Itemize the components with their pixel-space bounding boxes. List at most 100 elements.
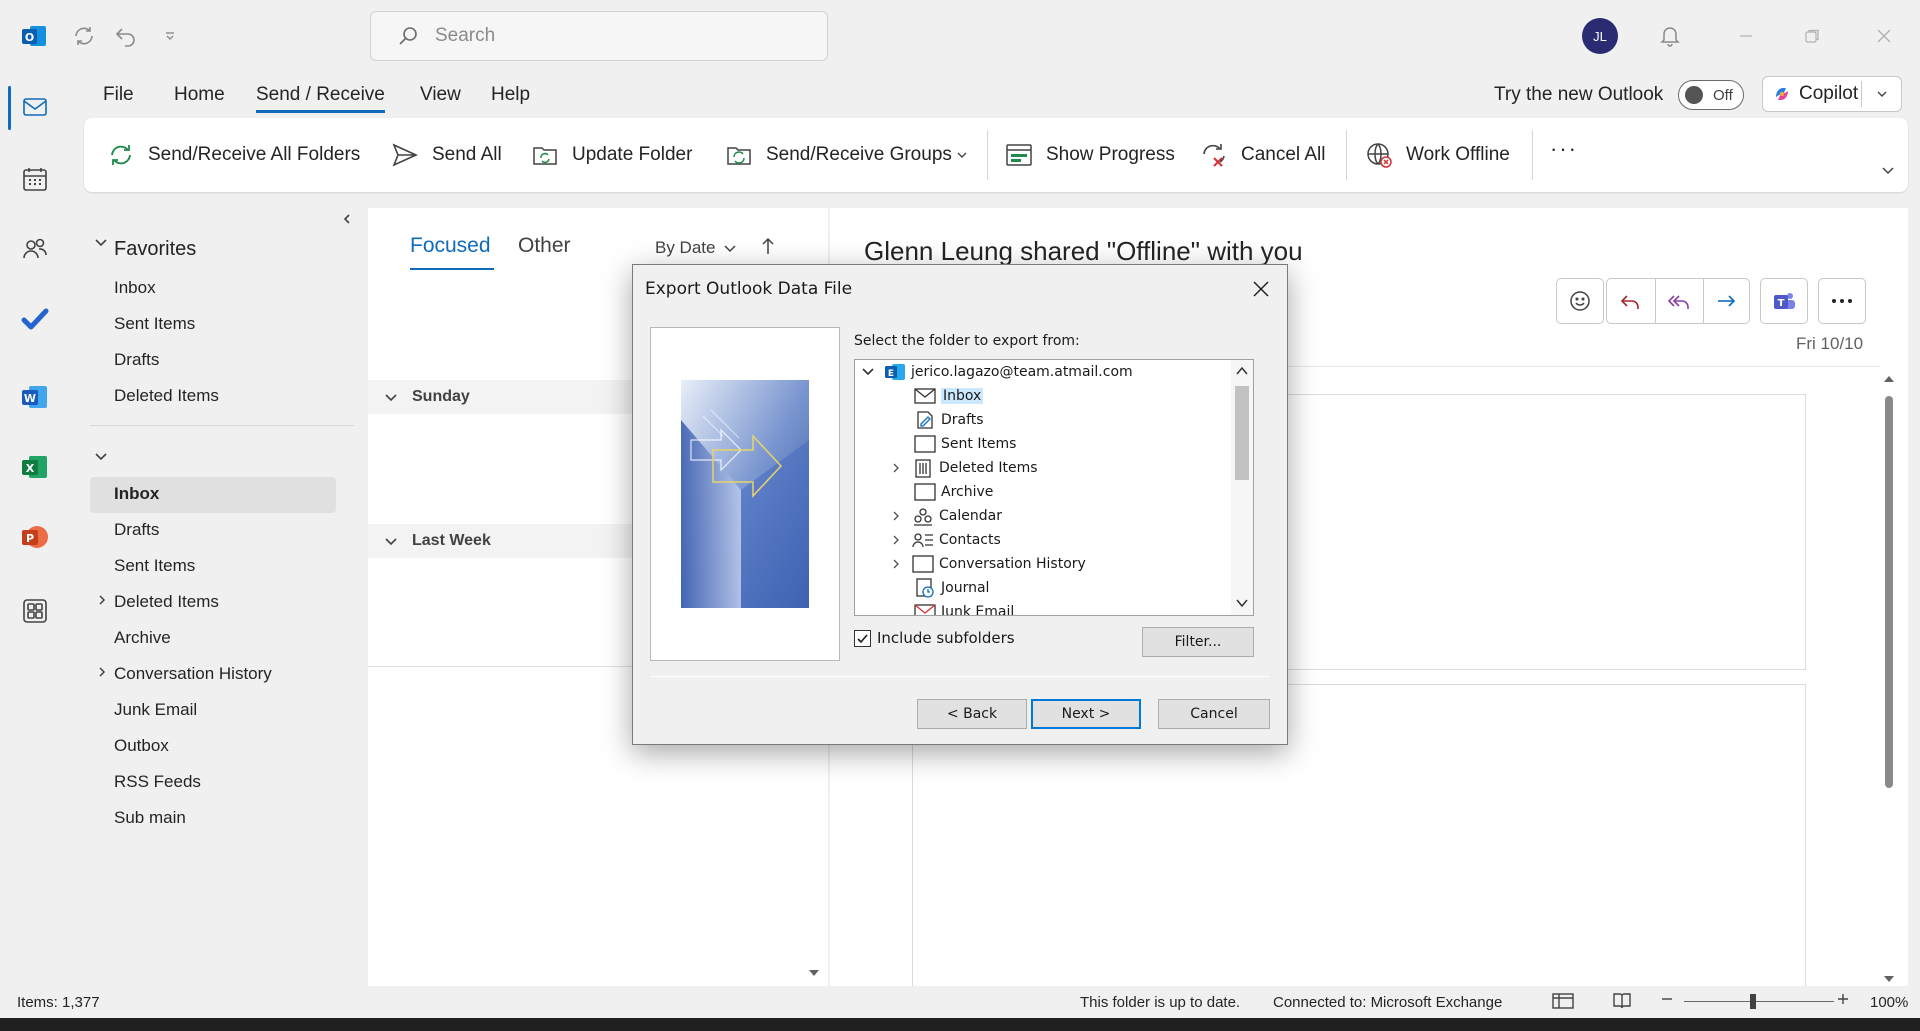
tree-item-inbox[interactable]: Inbox xyxy=(913,384,984,408)
folder-inbox[interactable]: Inbox xyxy=(114,484,159,504)
cancel-button[interactable]: Cancel xyxy=(1158,699,1270,729)
tree-account-row[interactable]: E jerico.lagazo@team.atmail.com xyxy=(861,360,1133,384)
include-subfolders-checkbox[interactable] xyxy=(854,629,871,647)
favorites-header[interactable]: Favorites xyxy=(114,238,196,261)
folder-conversation-history[interactable]: Conversation History xyxy=(114,664,272,684)
copilot-chevron-icon[interactable] xyxy=(1875,87,1889,101)
next-button[interactable]: Next > xyxy=(1031,699,1141,729)
teams-button[interactable]: T xyxy=(1760,278,1808,324)
zoom-slider[interactable] xyxy=(1684,994,1834,1009)
tree-item-junk-email[interactable]: Junk Email xyxy=(913,600,1014,615)
back-button[interactable]: < Back xyxy=(917,699,1027,729)
ribbon-more-button[interactable]: ··· xyxy=(1550,132,1578,166)
folder-sub-main[interactable]: Sub main xyxy=(114,808,186,828)
conversation-history-expand-icon[interactable] xyxy=(96,666,108,678)
cancel-all-button[interactable]: Cancel All xyxy=(1199,138,1326,172)
reading-scrollbar[interactable] xyxy=(1882,374,1896,986)
folder-junk-email[interactable]: Junk Email xyxy=(114,700,197,720)
tree-scrollbar[interactable] xyxy=(1231,360,1253,615)
favorites-chevron-icon[interactable] xyxy=(94,236,108,250)
exchange-icon: E xyxy=(883,361,907,383)
sort-direction-icon[interactable] xyxy=(760,236,776,256)
tab-home[interactable]: Home xyxy=(174,84,225,106)
new-outlook-toggle[interactable]: Off xyxy=(1678,80,1744,110)
zoom-in-icon[interactable] xyxy=(1836,992,1850,1006)
send-receive-all-button[interactable]: Send/Receive All Folders xyxy=(106,138,360,172)
favorite-drafts[interactable]: Drafts xyxy=(114,350,159,370)
tree-item-conversation-history[interactable]: Conversation History xyxy=(889,552,1086,576)
conversation-expand-icon[interactable] xyxy=(889,557,903,571)
filter-button[interactable]: Filter... xyxy=(1142,627,1254,657)
forward-icon[interactable] xyxy=(1715,291,1737,313)
tab-other[interactable]: Other xyxy=(518,234,571,258)
update-folder-button[interactable]: Update Folder xyxy=(530,138,692,172)
folder-drafts[interactable]: Drafts xyxy=(114,520,159,540)
calendar-icon[interactable] xyxy=(10,154,60,204)
zoom-out-icon[interactable] xyxy=(1660,992,1674,1006)
reply-icon[interactable] xyxy=(1619,291,1641,313)
tab-view[interactable]: View xyxy=(420,84,461,106)
close-window-icon[interactable] xyxy=(1866,18,1902,54)
account-collapse-icon[interactable] xyxy=(861,365,875,379)
minimize-icon[interactable] xyxy=(1728,18,1764,54)
folder-deleted-items[interactable]: Deleted Items xyxy=(114,592,219,612)
avatar[interactable]: JL xyxy=(1582,18,1618,54)
react-button[interactable] xyxy=(1556,278,1604,324)
deleted-expand-icon[interactable] xyxy=(889,461,903,475)
excel-icon[interactable]: X xyxy=(10,442,60,492)
tab-file[interactable]: File xyxy=(103,84,134,106)
quick-access-dropdown-icon[interactable] xyxy=(152,18,188,54)
work-offline-button[interactable]: Work Offline xyxy=(1364,138,1510,172)
more-actions-button[interactable] xyxy=(1818,278,1866,324)
powerpoint-icon[interactable]: P xyxy=(10,512,60,562)
tab-focused[interactable]: Focused xyxy=(410,234,491,258)
tree-item-archive[interactable]: Archive xyxy=(913,480,993,504)
folder-outbox[interactable]: Outbox xyxy=(114,736,169,756)
show-progress-button[interactable]: Show Progress xyxy=(1004,138,1175,172)
ribbon-collapse-icon[interactable] xyxy=(1880,162,1896,178)
tree-item-journal[interactable]: Journal xyxy=(913,576,989,600)
send-all-button[interactable]: Send All xyxy=(390,138,502,172)
more-apps-icon[interactable] xyxy=(10,586,60,636)
tree-scroll-thumb[interactable] xyxy=(1235,386,1249,480)
favorite-inbox[interactable]: Inbox xyxy=(114,278,156,298)
folder-rss-feeds[interactable]: RSS Feeds xyxy=(114,772,201,792)
word-icon[interactable]: W xyxy=(10,372,60,422)
folder-sent-items[interactable]: Sent Items xyxy=(114,556,195,576)
calendar-expand-icon[interactable] xyxy=(889,509,903,523)
account-chevron-icon[interactable] xyxy=(94,450,108,464)
todo-icon[interactable] xyxy=(10,294,60,344)
deleted-items-expand-icon[interactable] xyxy=(96,594,108,606)
favorite-deleted-items[interactable]: Deleted Items xyxy=(114,386,219,406)
send-receive-groups-button[interactable]: Send/Receive Groups xyxy=(724,138,968,172)
zoom-slider-thumb[interactable] xyxy=(1750,994,1756,1009)
reading-scroll-thumb[interactable] xyxy=(1885,396,1893,788)
undo-icon[interactable] xyxy=(108,18,144,54)
reply-all-icon[interactable] xyxy=(1667,291,1691,313)
include-subfolders-row[interactable]: Include subfolders xyxy=(854,629,1015,647)
list-scroll-down-icon[interactable] xyxy=(808,968,820,978)
tab-help[interactable]: Help xyxy=(491,84,530,106)
people-icon[interactable] xyxy=(10,224,60,274)
restore-icon[interactable] xyxy=(1794,18,1830,54)
search-box[interactable]: Search xyxy=(370,11,828,61)
mail-icon[interactable] xyxy=(10,82,60,132)
dialog-close-icon[interactable] xyxy=(1249,277,1273,301)
copilot-button[interactable]: Copilot xyxy=(1762,76,1902,112)
sync-icon[interactable] xyxy=(66,18,102,54)
tree-item-calendar[interactable]: Calendar xyxy=(889,504,1002,528)
favorite-sent-items[interactable]: Sent Items xyxy=(114,314,195,334)
collapse-pane-icon[interactable] xyxy=(340,212,354,226)
tree-item-drafts[interactable]: Drafts xyxy=(913,408,984,432)
tree-item-sent-items[interactable]: Sent Items xyxy=(913,432,1016,456)
bell-icon[interactable] xyxy=(1652,18,1688,54)
contacts-expand-icon[interactable] xyxy=(889,533,903,547)
tree-item-contacts[interactable]: Contacts xyxy=(889,528,1001,552)
folder-archive[interactable]: Archive xyxy=(114,628,171,648)
sort-dropdown[interactable]: By Date xyxy=(655,238,737,258)
tree-item-deleted-items[interactable]: Deleted Items xyxy=(889,456,1038,480)
folder-tree[interactable]: E jerico.lagazo@team.atmail.com Inbox Dr… xyxy=(854,359,1254,616)
reading-view-icon[interactable] xyxy=(1612,991,1632,1011)
normal-view-icon[interactable] xyxy=(1552,992,1574,1010)
tab-send-receive[interactable]: Send / Receive xyxy=(256,84,385,113)
